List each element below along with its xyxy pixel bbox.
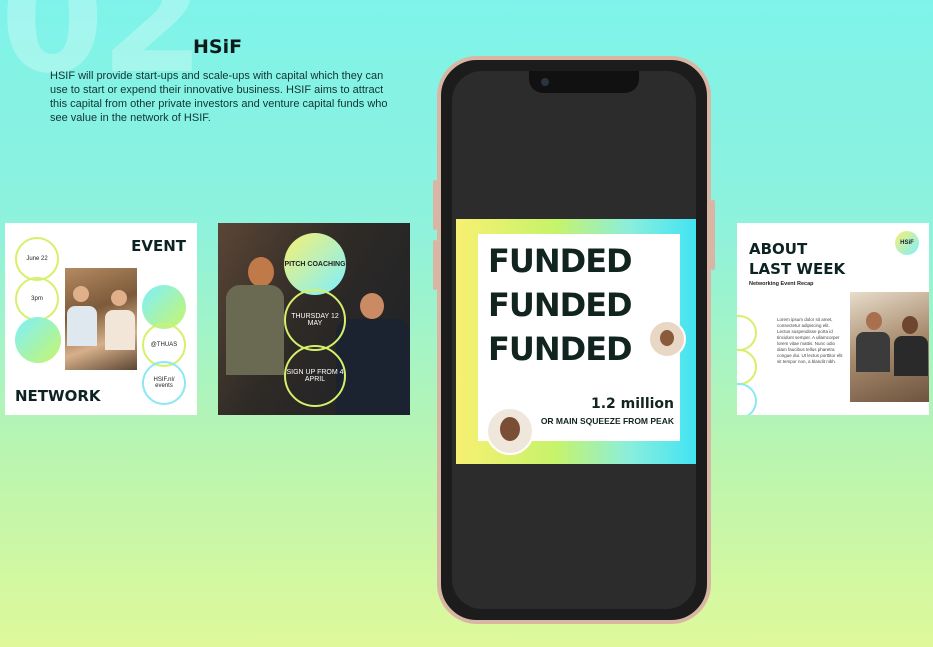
recap-card: ABOUT LAST WEEK HSiF Networking Event Re… — [737, 223, 929, 415]
date-circle: THURSDAY 12 MAY — [284, 289, 346, 351]
recap-photo — [850, 292, 929, 402]
pitch-card: PITCH COACHING THURSDAY 12 MAY SIGN UP F… — [218, 223, 410, 415]
phone-screen: FUNDED FUNDED FUNDED 1.2 million OR MAIN… — [452, 71, 696, 609]
pitch-circle: PITCH COACHING — [284, 233, 346, 295]
recap-title-line: ABOUT — [749, 240, 808, 258]
recap-subtitle: Networking Event Recap — [749, 281, 814, 287]
brand-description: HSIF will provide start-ups and scale-up… — [50, 70, 388, 124]
recap-body: Lorem ipsum dolor sit amet, consectetur … — [777, 317, 843, 364]
decor-circle — [737, 383, 757, 415]
phone-mockup: FUNDED FUNDED FUNDED 1.2 million OR MAIN… — [437, 56, 711, 624]
avatar-face — [500, 417, 520, 441]
person-head — [73, 286, 89, 302]
funding-caption: OR MAIN SQUEEZE FROM PEAK — [540, 416, 674, 426]
person-head — [866, 312, 882, 330]
signup-circle: SIGN UP FROM 4 APRIL — [284, 345, 346, 407]
phone-notch — [529, 71, 639, 93]
link-circle: HSIF.nl/ events — [142, 361, 186, 405]
event-link: HSIF.nl/ events — [153, 377, 175, 389]
person-body — [336, 319, 410, 415]
founder-avatar — [486, 407, 534, 455]
person-body — [856, 332, 890, 372]
funded-line: FUNDED — [488, 330, 633, 368]
camera-icon — [541, 78, 549, 86]
person-head — [248, 257, 274, 287]
hsif-badge: HSiF — [895, 231, 919, 255]
event-photo — [65, 268, 137, 370]
person-head — [902, 316, 918, 334]
event-handle: @THUAS — [150, 342, 178, 348]
person-head — [360, 293, 384, 319]
person-body — [67, 306, 97, 346]
decor-circle — [737, 315, 757, 351]
event-date: June 22 — [26, 256, 48, 262]
brand-title: HSiF — [193, 36, 243, 58]
date-circle: June 22 — [15, 237, 59, 281]
person-body — [226, 285, 284, 375]
funded-post: FUNDED FUNDED FUNDED 1.2 million OR MAIN… — [456, 219, 696, 464]
event-card: EVENT June 22 3pm @THUAS HSIF.nl/ events… — [5, 223, 197, 415]
pitch-signup: SIGN UP FROM 4 APRIL — [286, 369, 344, 383]
network-label: NETWORK — [15, 387, 101, 405]
funded-line: FUNDED — [488, 242, 633, 280]
recap-title-line: LAST WEEK — [749, 260, 846, 278]
person-body — [894, 336, 928, 376]
phone-power-button — [711, 200, 715, 270]
event-time: 3pm — [31, 296, 43, 302]
recap-title: ABOUT LAST WEEK — [749, 239, 845, 279]
time-circle: 3pm — [15, 277, 59, 321]
pitch-label: PITCH COACHING — [284, 260, 346, 268]
founder-avatar — [648, 320, 686, 358]
gradient-circle — [15, 317, 61, 363]
funded-line: FUNDED — [488, 286, 633, 324]
pitch-date: THURSDAY 12 MAY — [291, 313, 339, 327]
funding-amount: 1.2 million — [590, 396, 674, 412]
event-title: EVENT — [131, 237, 186, 255]
decor-circle — [737, 349, 757, 385]
person-body — [105, 310, 135, 350]
avatar-face — [660, 330, 674, 346]
person-head — [111, 290, 127, 306]
